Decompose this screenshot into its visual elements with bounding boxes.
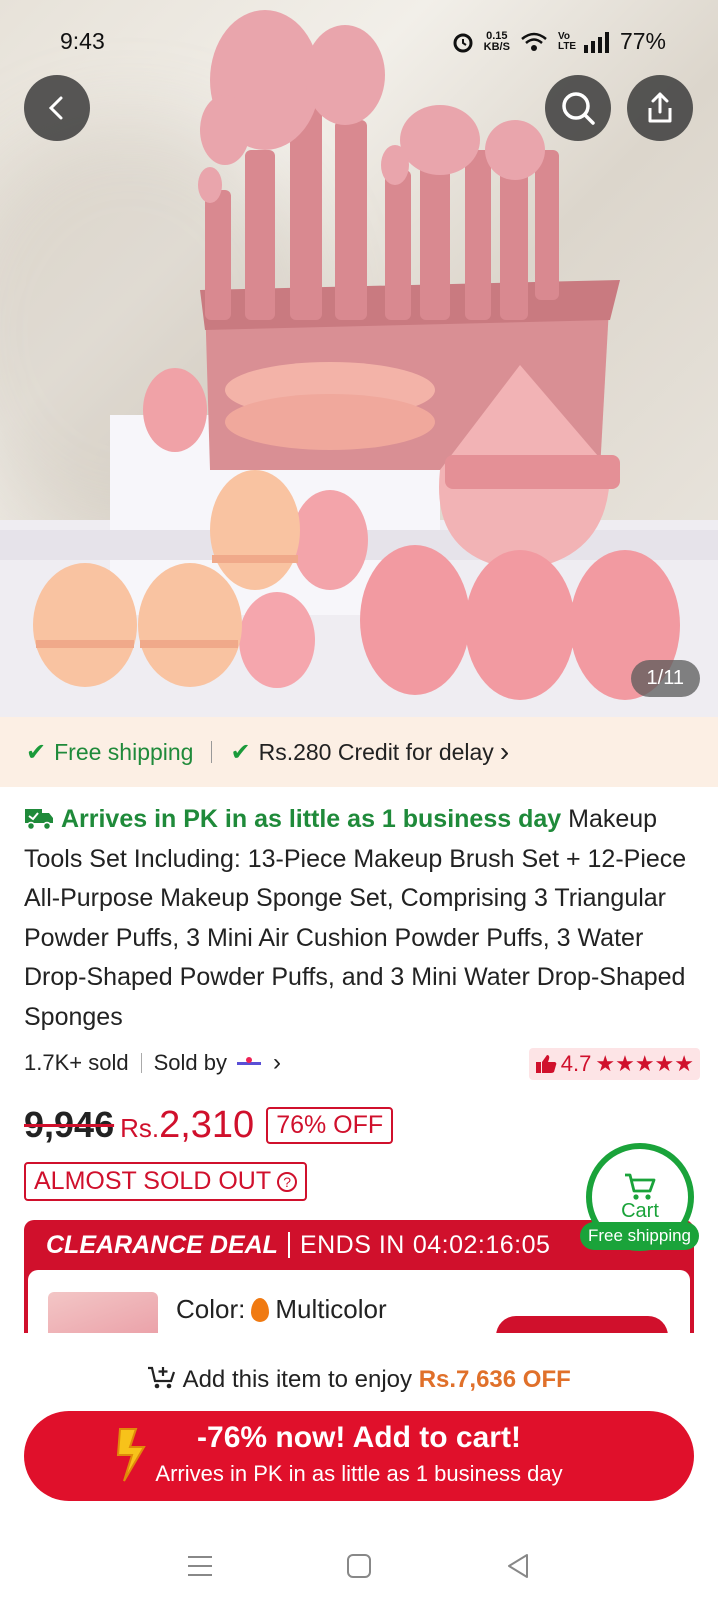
store-logo-icon — [236, 1057, 261, 1065]
cart-plus-icon — [148, 1366, 176, 1389]
wifi-icon — [521, 32, 547, 51]
chevron-right-icon: › — [499, 736, 510, 767]
delay-credit-label: Rs.280 Credit for delay — [258, 738, 494, 765]
truck-icon — [25, 809, 53, 831]
ends-in-label: ENDS IN — [299, 1230, 405, 1259]
countdown-timer: 04:02:16:05 — [412, 1230, 551, 1259]
rating-stars: ★★★★★ — [595, 1051, 694, 1076]
currency: Rs. — [120, 1113, 160, 1143]
original-price: 9,946 — [24, 1104, 115, 1145]
status-time: 9:43 — [60, 28, 105, 54]
bottom-action-bar: Add this item to enjoy Rs.7,636 OFF -76%… — [0, 1333, 718, 1599]
checkmark-icon: ✔ — [26, 738, 47, 766]
alarm-icon — [453, 33, 473, 52]
help-icon: ? — [277, 1171, 298, 1192]
rating-badge[interactable]: 4.7 ★★★★★ — [528, 1048, 700, 1080]
search-icon — [562, 92, 595, 125]
cart-label: Cart — [621, 1199, 659, 1222]
cart-free-shipping-badge: Free shipping — [580, 1222, 700, 1250]
back-button[interactable] — [24, 75, 90, 141]
network-speed: 0.15 KB/S — [483, 29, 510, 53]
color-label: Color: — [176, 1294, 246, 1324]
rating-value: 4.7 — [560, 1051, 592, 1076]
almost-sold-out-badge[interactable]: ALMOST SOLD OUT ? — [24, 1162, 308, 1201]
chevron-right-icon[interactable]: › — [273, 1049, 281, 1077]
price-row: 9,946 Rs. 2,310 76% OFF — [24, 1104, 394, 1148]
image-counter: 1/11 — [630, 660, 700, 697]
product-title: Arrives in PK in as little as 1 business… — [24, 800, 700, 1037]
almost-sold-out-label: ALMOST SOLD OUT — [34, 1167, 272, 1195]
sold-by-link[interactable]: Sold by — [154, 1050, 227, 1076]
back-arrow-icon — [48, 96, 63, 120]
flame-icon — [251, 1297, 270, 1322]
variant-selector[interactable]: Color: Multicolor — [28, 1270, 690, 1356]
add-to-cart-button[interactable]: -76% now! Add to cart! Arrives in PK in … — [24, 1411, 694, 1501]
status-bar: 9:43 0.15 KB/S Vo LTE 77% — [0, 26, 718, 56]
search-button[interactable] — [545, 75, 611, 141]
lightning-icon — [116, 1428, 146, 1482]
free-shipping-label: Free shipping — [54, 738, 194, 765]
system-nav-bar — [0, 1533, 718, 1599]
share-button[interactable] — [627, 75, 693, 141]
offer-hint: Add this item to enjoy Rs.7,636 OFF — [0, 1365, 718, 1394]
battery-level: 77% — [619, 28, 666, 54]
share-icon — [648, 92, 672, 123]
thumbs-up-icon — [535, 1055, 557, 1073]
divider — [211, 741, 213, 763]
checkmark-icon: ✔ — [230, 738, 251, 766]
sold-count: 1.7K+ sold — [24, 1050, 129, 1075]
offer-amount: Rs.7,636 OFF — [418, 1366, 571, 1393]
divider — [287, 1232, 290, 1258]
color-option: Color: Multicolor — [176, 1294, 387, 1325]
home-icon[interactable] — [346, 1553, 372, 1579]
color-value: Multicolor — [275, 1294, 387, 1324]
back-triangle-icon[interactable] — [505, 1553, 531, 1579]
divider — [140, 1053, 142, 1073]
menu-icon[interactable] — [187, 1554, 213, 1578]
product-image-gallery[interactable]: 9:43 0.15 KB/S Vo LTE 77% 1/11 — [0, 0, 718, 717]
product-title-text: Makeup Tools Set Including: 13-Piece Mak… — [24, 805, 687, 1031]
deal-title: CLEARANCE DEAL — [46, 1230, 278, 1259]
arrival-estimate: Arrives in PK in as little as 1 business… — [60, 805, 562, 833]
shipping-banner[interactable]: ✔ Free shipping ✔ Rs.280 Credit for dela… — [0, 717, 718, 787]
sale-price: 2,310 — [159, 1104, 255, 1146]
offer-hint-text: Add this item to enjoy — [182, 1366, 413, 1393]
signal-icon — [583, 31, 609, 53]
cart-icon — [625, 1173, 656, 1200]
discount-badge: 76% OFF — [266, 1107, 394, 1144]
volte-indicator: Vo LTE — [557, 30, 577, 52]
